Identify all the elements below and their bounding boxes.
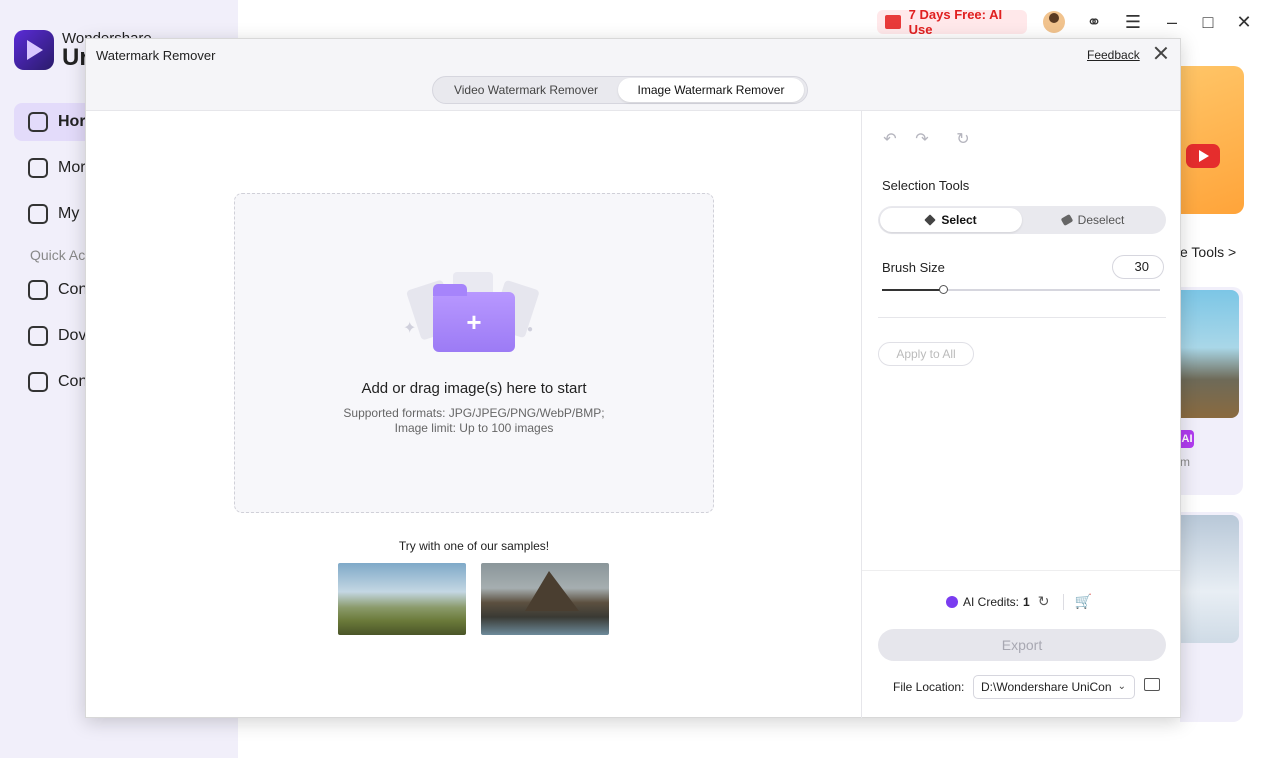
tab-image-watermark-remover[interactable]: Image Watermark Remover: [618, 78, 804, 102]
selection-tools-label: Selection Tools: [882, 178, 970, 193]
card-text: m: [1180, 455, 1190, 469]
redo-icon[interactable]: ↷: [913, 131, 931, 149]
cart-icon[interactable]: 🛒: [1074, 593, 1091, 610]
promo-button[interactable]: 7 Days Free: AI Use: [877, 7, 1027, 37]
divider: [878, 317, 1166, 318]
home-icon: [28, 112, 48, 132]
select-label: Select: [941, 213, 977, 227]
reset-icon[interactable]: ↻: [954, 131, 972, 149]
supported-formats: Supported formats: JPG/JPEG/PNG/WebP/BMP…: [343, 406, 605, 420]
mode-tabs: Video Watermark Remover Image Watermark …: [432, 76, 808, 104]
slider-fill: [882, 289, 944, 291]
file-location-select[interactable]: D:\Wondershare UniCon ⌄: [973, 675, 1135, 699]
tool-card[interactable]: [1180, 512, 1243, 722]
file-location-label: File Location:: [893, 680, 965, 694]
eraser-icon: [1060, 214, 1073, 226]
window-close-icon[interactable]: ✕: [1234, 12, 1254, 32]
samples-label: Try with one of our samples!: [398, 539, 550, 553]
dialog-title: Watermark Remover: [96, 48, 216, 63]
download-icon: [28, 326, 48, 346]
tab-video-watermark-remover[interactable]: Video Watermark Remover: [434, 78, 618, 102]
refresh-icon[interactable]: ↻: [1038, 593, 1050, 610]
sample-image-mountain[interactable]: [481, 563, 609, 635]
app-logo-icon: [14, 30, 54, 70]
headset-icon[interactable]: ⚭: [1084, 12, 1104, 32]
gift-icon: [885, 15, 901, 29]
promo-label: 7 Days Free: AI Use: [908, 7, 1003, 37]
brush-size-slider[interactable]: [882, 285, 1160, 294]
close-icon[interactable]: [1152, 44, 1170, 62]
brush-size-input[interactable]: 30: [1112, 255, 1164, 279]
compress-icon: [28, 372, 48, 392]
credits-value: 1: [1023, 594, 1030, 609]
credits-icon: [946, 595, 958, 608]
select-button[interactable]: Select: [880, 208, 1022, 232]
sample-image-landscape[interactable]: [338, 563, 466, 635]
avatar[interactable]: [1043, 11, 1065, 33]
tool-card[interactable]: AI m: [1180, 287, 1243, 495]
maximize-icon[interactable]: □: [1198, 12, 1218, 32]
feature-banner[interactable]: [1180, 66, 1244, 214]
feedback-link[interactable]: Feedback: [1087, 48, 1140, 62]
undo-icon[interactable]: ↶: [881, 131, 899, 149]
folder-icon[interactable]: [1144, 678, 1160, 691]
sidebar-item-label: My: [58, 205, 80, 222]
drop-zone-title: Add or drag image(s) here to start: [361, 380, 587, 397]
file-icon: [28, 204, 48, 224]
brush-icon: [924, 214, 936, 226]
dialog-header: Watermark Remover Feedback Video Waterma…: [86, 39, 1180, 111]
card-thumbnail: [1180, 290, 1239, 418]
menu-icon[interactable]: ☰: [1123, 12, 1143, 32]
image-drop-zone[interactable]: + ✦ ● Add or drag image(s) here to start…: [234, 193, 714, 513]
selection-tools-toggle: Select Deselect: [878, 206, 1166, 234]
toolbox-icon: [28, 158, 48, 178]
ai-badge: AI: [1180, 430, 1194, 448]
quick-access-label: Quick Ac: [30, 247, 86, 263]
minimize-icon[interactable]: –: [1162, 12, 1182, 32]
slider-thumb[interactable]: [939, 285, 949, 294]
deselect-label: Deselect: [1077, 213, 1125, 227]
watermark-remover-dialog: Watermark Remover Feedback Video Waterma…: [85, 38, 1181, 718]
chevron-down-icon: ⌄: [1117, 681, 1126, 692]
sidebar-item-label: Dov: [58, 327, 87, 344]
panel-divider: [861, 111, 862, 718]
apply-to-all-button[interactable]: Apply to All: [878, 342, 974, 366]
sidebar-item-label: Con: [58, 373, 88, 390]
sidebar-item-label: Mor: [58, 159, 86, 176]
file-location-value: D:\Wondershare UniCon: [981, 680, 1112, 694]
divider: [862, 570, 1180, 571]
deselect-button[interactable]: Deselect: [1022, 208, 1164, 232]
more-tools-link[interactable]: e Tools >: [1180, 244, 1236, 260]
image-limit: Image limit: Up to 100 images: [394, 421, 554, 435]
sidebar-item-label: Hor: [58, 113, 86, 130]
export-button[interactable]: Export: [878, 629, 1166, 661]
youtube-icon: [1186, 144, 1220, 168]
credits-label: AI Credits:: [963, 594, 1020, 609]
ai-credits: AI Credits: 1 ↻ 🛒: [946, 593, 1092, 610]
brush-size-label: Brush Size: [882, 260, 945, 275]
convert-icon: [28, 280, 48, 300]
card-thumbnail: [1180, 515, 1239, 643]
sidebar-item-label: Con: [58, 281, 88, 298]
add-folder-icon: + ✦ ●: [403, 268, 543, 358]
